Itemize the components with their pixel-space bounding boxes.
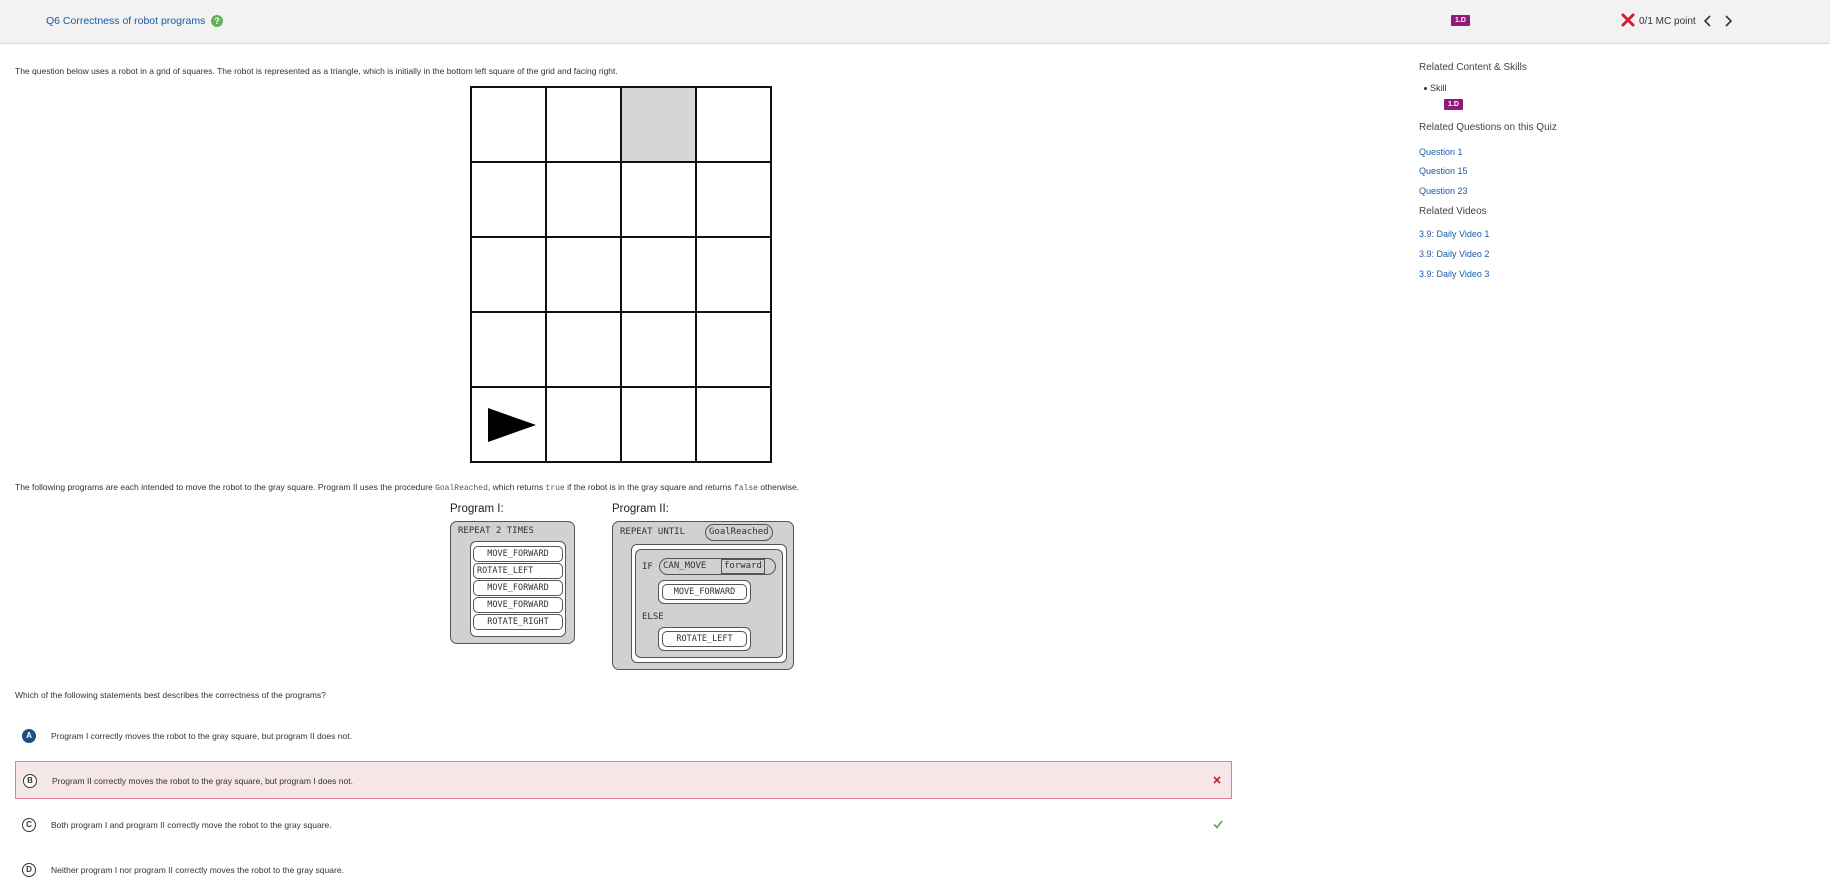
related-content-heading: Related Content & Skills [1419,62,1527,73]
program-2-block: REPEAT UNTIL GoalReached IF CAN_MOVE for… [612,521,794,670]
choice-c-text: Both program I and program II correctly … [51,820,332,830]
programs-description: The following programs are each intended… [15,482,800,493]
grid-cell [696,237,771,312]
choice-a-text: Program I correctly moves the robot to t… [51,731,352,741]
score-text: 0/1 MC point [1639,16,1696,27]
direction-argument: forward [721,559,765,574]
grid-cell [546,387,621,462]
grid-cell [621,312,696,387]
choice-d-text: Neither program I nor program II correct… [51,865,344,875]
grid-cell [471,312,546,387]
skill-badge: 1.D [1451,15,1470,26]
grid-cell [696,387,771,462]
grid-cell [471,237,546,312]
program-1-command: MOVE_FORWARD [473,580,563,596]
choice-c-radio[interactable]: C [22,818,36,832]
incorrect-x-icon [1621,13,1635,27]
program-1-command: ROTATE_RIGHT [473,614,563,630]
grid-cell [546,312,621,387]
related-videos-heading: Related Videos [1419,206,1487,217]
else-keyword: ELSE [642,612,664,622]
top-bar: Q6 Correctness of robot programs ? 1.D 0… [0,0,1830,44]
choice-c[interactable]: C Both program I and program II correctl… [15,806,1232,844]
program-1-command: ROTATE_LEFT [473,563,563,579]
related-video-link[interactable]: 3.9: Daily Video 3 [1419,269,1489,279]
gray-goal-cell [621,87,696,162]
grid-cell [621,237,696,312]
grid-cell [471,87,546,162]
related-question-link[interactable]: Question 15 [1419,166,1468,176]
goalreached-condition: GoalReached [705,524,773,541]
choice-a[interactable]: A Program I correctly moves the robot to… [15,717,1232,755]
then-command: MOVE_FORWARD [662,584,747,600]
if-keyword: IF [642,562,653,572]
grid-cell-robot [471,387,546,462]
choice-a-selected-radio[interactable]: A [22,729,36,743]
choice-d[interactable]: D Neither program I nor program II corre… [15,851,1232,889]
program-2-label: Program II: [612,503,669,515]
choice-b[interactable]: B Program II correctly moves the robot t… [15,761,1232,799]
related-questions-heading: Related Questions on this Quiz [1419,122,1557,133]
question-intro: The question below uses a robot in a gri… [15,66,618,76]
related-question-link[interactable]: Question 23 [1419,186,1468,196]
grid-cell [696,87,771,162]
grid-cell [696,312,771,387]
chevron-right-icon[interactable] [1722,14,1734,28]
program-1-command: MOVE_FORWARD [473,546,563,562]
grid-cell [621,387,696,462]
robot-grid [470,86,772,463]
related-video-link[interactable]: 3.9: Daily Video 1 [1419,229,1489,239]
choice-b-radio[interactable]: B [23,774,37,788]
grid-cell [546,162,621,237]
robot-triangle-icon [488,408,536,442]
program-1-command: MOVE_FORWARD [473,597,563,613]
grid-cell [621,162,696,237]
sidebar-skill-badge: 1.D [1444,99,1463,110]
chevron-left-icon[interactable] [1702,14,1714,28]
program-1-label: Program I: [450,503,504,515]
skill-label: Skill [1424,83,1447,93]
correct-check-icon [1213,820,1223,829]
choice-b-text: Program II correctly moves the robot to … [52,776,353,786]
grid-cell [696,162,771,237]
goalreached-code: GoalReached [435,484,488,493]
repeat-times-keyword: REPEAT 2 TIMES [458,526,534,536]
false-code: false [733,484,758,493]
grid-cell [546,87,621,162]
related-video-link[interactable]: 3.9: Daily Video 2 [1419,249,1489,259]
question-title-link[interactable]: Q6 Correctness of robot programs [46,15,205,27]
incorrect-x-icon [1213,776,1221,784]
true-code: true [545,484,565,493]
choice-d-radio[interactable]: D [22,863,36,877]
else-command: ROTATE_LEFT [662,631,747,647]
grid-cell [471,162,546,237]
repeat-until-keyword: REPEAT UNTIL [620,527,686,537]
question-prompt: Which of the following statements best d… [15,690,326,700]
program-1-block: REPEAT 2 TIMES MOVE_FORWARD ROTATE_LEFT … [450,521,575,644]
grid-cell [546,237,621,312]
related-question-link[interactable]: Question 1 [1419,147,1463,157]
help-icon[interactable]: ? [211,15,223,27]
